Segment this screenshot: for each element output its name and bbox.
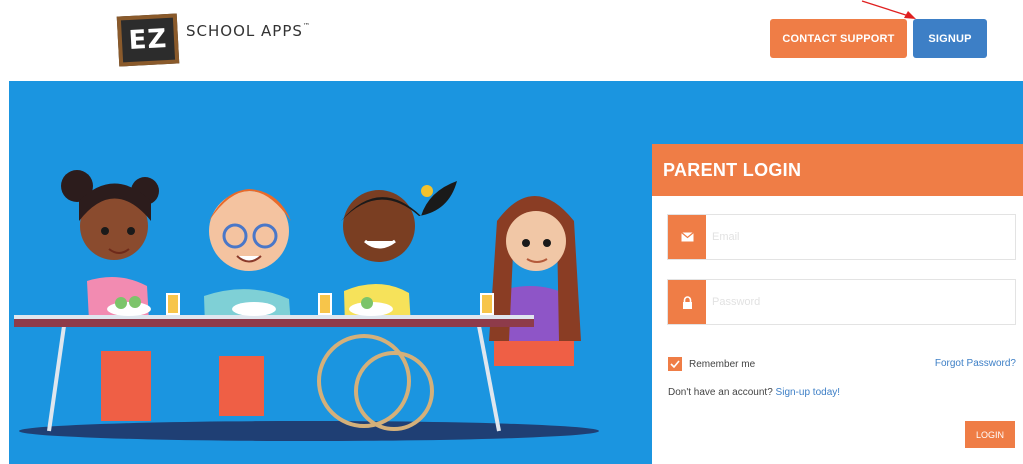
- top-header: EZ SCHOOL APPS™ CONTACT SUPPORT SIGNUP: [0, 0, 1023, 80]
- remember-me-label: Remember me: [689, 358, 756, 370]
- envelope-icon: [668, 215, 706, 259]
- chalkboard-logo-icon: EZ: [116, 13, 180, 67]
- logo-trademark: ™: [302, 22, 311, 30]
- signup-button[interactable]: SIGNUP: [913, 19, 987, 58]
- login-button[interactable]: LOGIN: [965, 421, 1015, 448]
- no-account-text: Don't have an account?: [668, 387, 776, 398]
- ez-school-apps-logo[interactable]: EZ SCHOOL APPS™: [116, 12, 311, 67]
- children-lunch-illustration: [14, 170, 599, 441]
- contact-support-button[interactable]: CONTACT SUPPORT: [770, 19, 907, 58]
- email-input[interactable]: [706, 215, 1015, 259]
- checkmark-icon: [670, 360, 680, 368]
- logo-text: SCHOOL APPS: [186, 22, 303, 40]
- remember-me-row[interactable]: Remember me: [668, 357, 755, 371]
- email-field[interactable]: [667, 214, 1016, 260]
- signup-today-link[interactable]: Sign-up today!: [776, 387, 841, 398]
- logo-text-wrap: SCHOOL APPS™: [186, 22, 311, 40]
- logo-mark: EZ: [127, 24, 169, 56]
- no-account-line: Don't have an account? Sign-up today!: [668, 387, 840, 398]
- parent-login-panel: PARENT LOGIN Remember me Forgot Password…: [652, 144, 1023, 464]
- remember-me-checkbox[interactable]: [668, 357, 682, 371]
- password-input[interactable]: [706, 280, 1015, 324]
- forgot-password-link[interactable]: Forgot Password?: [935, 358, 1016, 369]
- password-field[interactable]: [667, 279, 1016, 325]
- red-arrow-annotation-icon: [861, 0, 916, 19]
- parent-login-title: PARENT LOGIN: [652, 144, 1023, 196]
- lock-icon: [668, 280, 706, 324]
